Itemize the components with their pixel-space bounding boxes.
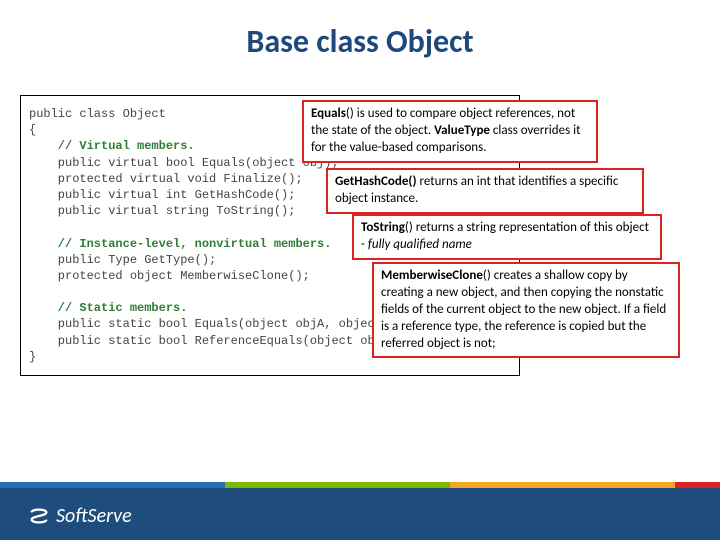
slide-title: Base class Object bbox=[0, 0, 720, 79]
callout-tostring: ToString() returns a string representati… bbox=[352, 214, 662, 260]
code-line: public class Object bbox=[29, 107, 166, 121]
softserve-icon bbox=[28, 505, 50, 527]
callout-gethashcode: GetHashCode() returns an int that identi… bbox=[326, 168, 644, 214]
callout-memberwiseclone: MemberwiseClone() creates a shallow copy… bbox=[372, 262, 680, 358]
code-comment: // Static members. bbox=[29, 301, 187, 315]
callout-bold: ToString bbox=[361, 220, 405, 235]
callout-bold: Equals bbox=[311, 106, 346, 121]
code-line: public virtual int GetHashCode(); bbox=[29, 188, 295, 202]
brand-logo: SoftServe bbox=[28, 504, 132, 528]
callout-equals: Equals() is used to compare object refer… bbox=[302, 100, 598, 163]
callout-bold: MemberwiseClone bbox=[381, 268, 483, 283]
code-line: { bbox=[29, 123, 36, 137]
code-line: public Type GetType(); bbox=[29, 253, 216, 267]
code-line: public virtual bool Equals(object obj); bbox=[29, 156, 339, 170]
callout-bold: GetHashCode() bbox=[335, 174, 417, 189]
code-line: public virtual string ToString(); bbox=[29, 204, 295, 218]
callout-italic: fully qualified name bbox=[368, 237, 472, 252]
code-comment: // Instance-level, nonvirtual members. bbox=[29, 237, 331, 251]
code-line: protected virtual void Finalize(); bbox=[29, 172, 303, 186]
code-comment: // Virtual members. bbox=[29, 139, 195, 153]
footer: SoftServe bbox=[0, 488, 720, 540]
code-line: } bbox=[29, 350, 36, 364]
footer-stripe bbox=[0, 482, 720, 488]
callout-bold: ValueType bbox=[434, 123, 490, 138]
code-line: protected object MemberwiseClone(); bbox=[29, 269, 310, 283]
brand-text: SoftServe bbox=[56, 504, 132, 528]
